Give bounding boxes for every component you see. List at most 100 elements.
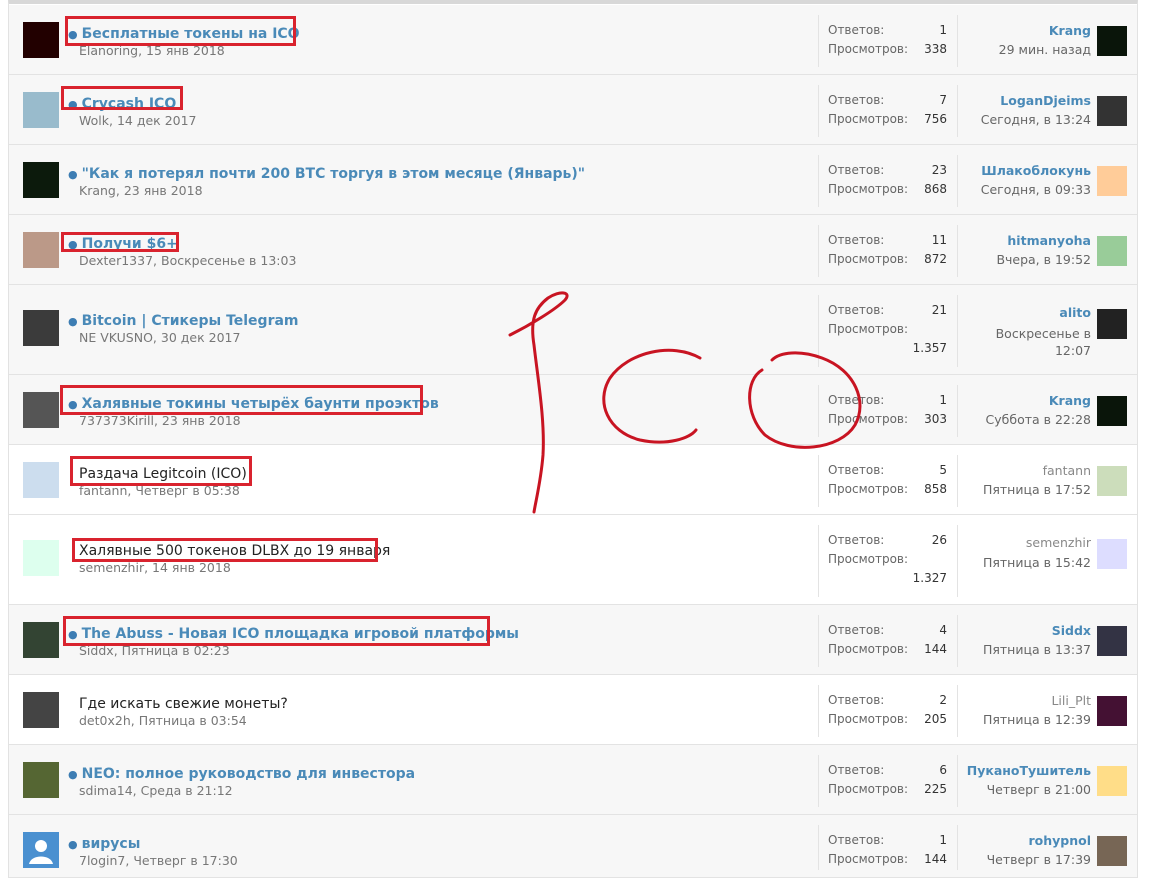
last-post-time-link[interactable]: Суббота в 22:28 xyxy=(986,412,1091,427)
last-post-user-link[interactable]: Krang xyxy=(1049,393,1091,408)
thread-title-line: ● Бесплатные токены на ICO xyxy=(68,23,300,43)
unread-dot-icon: ● xyxy=(68,28,78,41)
thread-author-link[interactable]: Siddx xyxy=(79,643,114,658)
table-row[interactable]: Где искать свежие монеты? det0x2h, Пятниц… xyxy=(9,675,1137,745)
last-post-user-link[interactable]: Siddx xyxy=(1052,623,1091,638)
avatar[interactable] xyxy=(23,22,59,58)
last-post-user-link[interactable]: ПуканоТушитель xyxy=(967,763,1091,778)
last-post-avatar[interactable] xyxy=(1097,766,1127,796)
last-post-avatar[interactable] xyxy=(1097,466,1127,496)
stats-views-value: 144 xyxy=(924,852,947,866)
last-post-user-link[interactable]: Krang xyxy=(1049,23,1091,38)
last-post-time-link[interactable]: Пятница в 17:52 xyxy=(983,482,1091,497)
last-post-time-link[interactable]: Вчера, в 19:52 xyxy=(996,252,1091,267)
last-post-avatar[interactable] xyxy=(1097,696,1127,726)
last-post-time-link[interactable]: 29 мин. назад xyxy=(999,42,1091,57)
table-row[interactable]: ● Халявные токины четырёх баунти проэктов… xyxy=(9,375,1137,445)
avatar[interactable] xyxy=(23,832,59,868)
table-row[interactable]: ● Получи $6+ Dexter1337, Воскресенье в 13:… xyxy=(9,215,1137,285)
thread-author-link[interactable]: Elanoring xyxy=(79,43,138,58)
last-post-avatar[interactable] xyxy=(1097,236,1127,266)
thread-title-link[interactable]: Халявные 500 токенов DLBX до 19 января xyxy=(79,543,390,559)
avatar[interactable] xyxy=(23,162,59,198)
thread-stats: Ответов: 21 Просмотров: 1.357 xyxy=(818,295,958,367)
last-post-avatar[interactable] xyxy=(1097,166,1127,196)
table-row[interactable]: ● Бесплатные токены на ICO Elanoring, 15 я… xyxy=(9,5,1137,75)
thread-author-link[interactable]: sdima14 xyxy=(79,783,133,798)
last-post-time-link[interactable]: Сегодня, в 13:24 xyxy=(981,112,1091,127)
last-post-time-link[interactable]: Четверг в 21:00 xyxy=(987,782,1091,797)
thread-title-link[interactable]: вирусы xyxy=(82,836,141,852)
last-post-time-link[interactable]: Пятница в 12:39 xyxy=(983,712,1091,727)
thread-author-link[interactable]: semenzhir xyxy=(79,560,144,575)
thread-author-link[interactable]: det0x2h xyxy=(79,713,131,728)
table-row[interactable]: ● вирусы 7login7, Четверг в 17:30 Ответов: 1… xyxy=(9,815,1137,878)
last-post-avatar[interactable] xyxy=(1097,396,1127,426)
avatar[interactable] xyxy=(23,540,59,576)
thread-title-link[interactable]: Где искать свежие монеты? xyxy=(79,696,288,712)
last-post-avatar[interactable] xyxy=(1097,96,1127,126)
stats-replies-value: 2 xyxy=(939,693,947,707)
last-post-time-link[interactable]: Пятница в 13:37 xyxy=(983,642,1091,657)
last-post-user-link[interactable]: Lili_Plt xyxy=(1051,693,1091,708)
last-post-user-link[interactable]: alito xyxy=(1059,305,1091,320)
thread-author-link[interactable]: Krang xyxy=(79,183,116,198)
last-post-user-link[interactable]: Шлакоблокунь xyxy=(981,163,1091,178)
avatar[interactable] xyxy=(23,762,59,798)
thread-date: 23 янв 2018 xyxy=(123,183,203,198)
last-post-avatar[interactable] xyxy=(1097,626,1127,656)
table-row[interactable]: Халявные 500 токенов DLBX до 19 января se… xyxy=(9,515,1137,605)
last-post-time-link[interactable]: Сегодня, в 09:33 xyxy=(981,182,1091,197)
last-post-user-link[interactable]: LoganDjeims xyxy=(1000,93,1091,108)
table-row[interactable]: ● Bitcoin | Стикеры Telegram NE VKUSNO, 30… xyxy=(9,285,1137,375)
thread-title-link[interactable]: Crycash ICO xyxy=(82,96,177,112)
last-post-avatar[interactable] xyxy=(1097,836,1127,866)
thread-title-link[interactable]: "Как я потерял почти 200 BTC торгуя в эт… xyxy=(82,166,585,182)
last-post-user-link[interactable]: semenzhir xyxy=(1026,535,1091,550)
thread-author-link[interactable]: 737373Kirill xyxy=(79,413,154,428)
last-post-time-link[interactable]: Пятница в 15:42 xyxy=(983,555,1091,570)
thread-title-link[interactable]: Бесплатные токены на ICO xyxy=(82,26,300,42)
thread-author-link[interactable]: 7login7 xyxy=(79,853,125,868)
table-row[interactable]: ● NEO: полное руководство для инвестора sd… xyxy=(9,745,1137,815)
last-post-user-link[interactable]: hitmanyoha xyxy=(1007,233,1091,248)
table-row[interactable]: ● The Abuss - Новая ICO площадка игровой … xyxy=(9,605,1137,675)
thread-author-link[interactable]: NE VKUSNO xyxy=(79,330,153,345)
thread-title-link[interactable]: Получи $6+ xyxy=(82,236,178,252)
avatar[interactable] xyxy=(23,92,59,128)
last-post: hitmanyoha Вчера, в 19:52 xyxy=(957,215,1137,285)
stats-replies-label: Ответов: xyxy=(828,833,885,847)
stats-replies-label: Ответов: xyxy=(828,93,885,107)
meta-separator: , xyxy=(113,643,122,658)
thread-author-link[interactable]: Wolk xyxy=(79,113,109,128)
last-post-time-link[interactable]: Четверг в 17:39 xyxy=(987,852,1091,867)
stats-replies-label: Ответов: xyxy=(828,303,885,317)
avatar[interactable] xyxy=(23,692,59,728)
thread-title-link[interactable]: Раздача Legitcoin (ICO) xyxy=(79,466,247,482)
thread-title-link[interactable]: Bitcoin | Стикеры Telegram xyxy=(82,313,299,329)
last-post-time-link[interactable]: Воскресенье в 12:07 xyxy=(981,325,1091,359)
avatar[interactable] xyxy=(23,232,59,268)
thread-author-link[interactable]: fantann xyxy=(79,483,127,498)
last-post-user-link[interactable]: rohypnol xyxy=(1028,833,1091,848)
thread-title-link[interactable]: The Abuss - Новая ICO площадка игровой п… xyxy=(82,626,519,642)
thread-author-link[interactable]: Dexter1337 xyxy=(79,253,153,268)
thread-stats: Ответов: 5 Просмотров: 858 xyxy=(818,455,958,507)
last-post-avatar[interactable] xyxy=(1097,26,1127,56)
avatar[interactable] xyxy=(23,310,59,346)
table-row[interactable]: Раздача Legitcoin (ICO) fantann, Четверг … xyxy=(9,445,1137,515)
last-post-user-link[interactable]: fantann xyxy=(1043,463,1091,478)
last-post-avatar[interactable] xyxy=(1097,539,1127,569)
last-post: alito Воскресенье в 12:07 xyxy=(957,285,1137,375)
last-post: semenzhir Пятница в 15:42 xyxy=(957,515,1137,605)
avatar[interactable] xyxy=(23,462,59,498)
thread-stats: Ответов: 23 Просмотров: 868 xyxy=(818,155,958,207)
table-row[interactable]: ● "Как я потерял почти 200 BTC торгуя в э… xyxy=(9,145,1137,215)
avatar[interactable] xyxy=(23,622,59,658)
thread-title-link[interactable]: NEO: полное руководство для инвестора xyxy=(82,766,415,782)
stats-views-label: Просмотров: xyxy=(828,182,909,196)
avatar[interactable] xyxy=(23,392,59,428)
table-row[interactable]: ● Crycash ICO Wolk, 14 дек 2017 Ответов: 7 Пр… xyxy=(9,75,1137,145)
last-post-avatar[interactable] xyxy=(1097,309,1127,339)
thread-title-link[interactable]: Халявные токины четырёх баунти проэктов xyxy=(82,396,439,412)
